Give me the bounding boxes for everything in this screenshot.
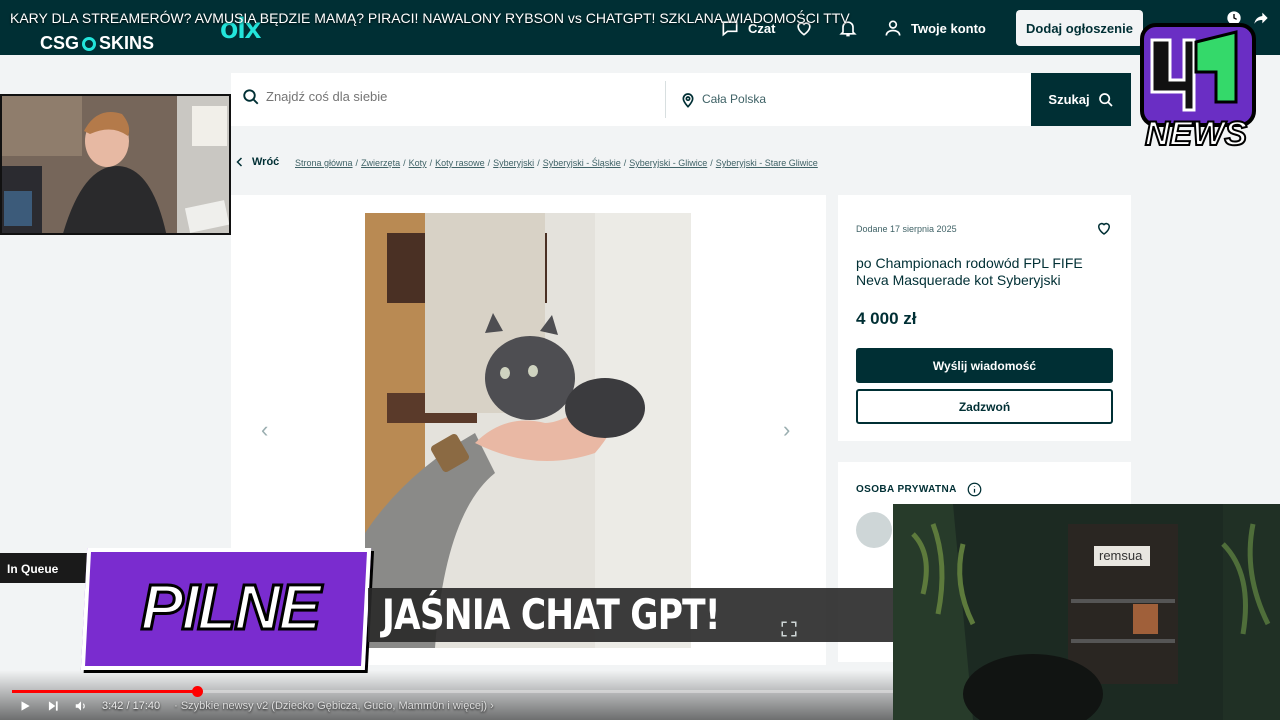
fullscreen-photo-icon[interactable] xyxy=(780,620,798,638)
search-icon xyxy=(1098,92,1113,107)
second-webcam xyxy=(893,504,1280,720)
breadcrumb: Strona główna / Zwierzęta / Koty / Koty rasowe… xyxy=(295,158,818,168)
back-link[interactable]: Wróć xyxy=(234,155,279,169)
account-label: Twoje konto xyxy=(911,20,986,36)
ad-price: 4 000 zł xyxy=(856,309,917,328)
call-button[interactable]: Zadzwoń xyxy=(856,389,1113,424)
added-date: Dodane 17 sierpnia 2025 xyxy=(856,224,957,234)
streamer-webcam xyxy=(0,94,231,235)
news-logo-text: NEWS xyxy=(1145,115,1247,153)
webcam-image xyxy=(2,96,229,233)
progress-fill xyxy=(12,690,197,693)
chevron-left-icon xyxy=(236,157,243,167)
breadcrumb-separator: / xyxy=(487,158,491,168)
breadcrumb-separator: / xyxy=(403,158,406,168)
search-icon xyxy=(243,89,259,105)
kitten-photo[interactable] xyxy=(365,213,691,648)
location-input[interactable]: Cała Polska xyxy=(702,92,766,106)
time-display: 3:42 / 17:40 xyxy=(102,700,161,712)
breadcrumb-separator: / xyxy=(355,158,359,168)
breadcrumb-item[interactable]: Syberyjski - Gliwice xyxy=(629,158,707,168)
breadcrumb-separator: / xyxy=(429,158,433,168)
user-icon xyxy=(885,20,901,36)
volume-icon[interactable] xyxy=(74,699,88,713)
headline-text: JAŚNIA CHAT GPT! xyxy=(382,590,721,639)
send-message-button[interactable]: Wyślij wiadomość xyxy=(856,348,1113,383)
ad-info-card: Dodane 17 sierpnia 2025 po Championach r… xyxy=(838,195,1131,441)
search-button-label: Szukaj xyxy=(1048,92,1090,107)
progress-knob[interactable] xyxy=(192,686,203,697)
location-pin-icon xyxy=(682,93,694,108)
avatar xyxy=(856,512,892,548)
seller-type-label: OSOBA PRYWATNA xyxy=(856,484,957,495)
webcam-sign: remsua xyxy=(1094,546,1150,566)
search-button[interactable]: Szukaj xyxy=(1031,73,1131,126)
prev-photo-icon[interactable]: ‹ xyxy=(261,417,268,443)
back-label: Wróć xyxy=(252,156,280,168)
breadcrumb-separator: / xyxy=(710,158,713,168)
next-photo-icon[interactable]: › xyxy=(783,417,790,443)
breadcrumb-item[interactable]: Syberyjski xyxy=(493,158,534,168)
news-channel-logo: NEWS xyxy=(1140,23,1256,154)
next-icon[interactable] xyxy=(46,699,60,713)
account-link[interactable]: Twoje konto xyxy=(883,18,986,38)
post-ad-button[interactable]: Dodaj ogłoszenie xyxy=(1016,10,1143,46)
chapter-title[interactable]: · Szybkie newsy v2 (Dziecko Gębicza, Guc… xyxy=(174,700,494,712)
play-icon[interactable] xyxy=(18,699,32,713)
sponsor-logo-right: SKINS xyxy=(99,33,155,53)
search-input[interactable] xyxy=(266,89,656,104)
seller-type: OSOBA PRYWATNA xyxy=(856,482,982,497)
video-title[interactable]: KARY DLA STREAMERÓW? AVMUSIA BĘDZIE MAMĄ… xyxy=(10,10,850,26)
info-icon[interactable] xyxy=(967,482,982,497)
webcam-image xyxy=(893,504,1280,720)
pilne-label: PILNE xyxy=(139,570,322,645)
breadcrumb-item[interactable]: Syberyjski - Stare Gliwice xyxy=(716,158,818,168)
search-bar: Cała Polska xyxy=(231,73,1131,126)
breadcrumb-item[interactable]: Koty xyxy=(409,158,427,168)
sponsor-logo-left: CSG xyxy=(40,33,80,53)
breadcrumb-separator: / xyxy=(537,158,540,168)
ad-title: po Championach rodowód FPL FIFE Neva Mas… xyxy=(856,255,1083,288)
player-controls: 3:42 / 17:40 · Szybkie newsy v2 (Dziecko… xyxy=(18,699,494,713)
breadcrumb-separator: / xyxy=(623,158,627,168)
breadcrumb-item[interactable]: Syberyjski - Śląskie xyxy=(543,158,621,168)
sponsor-logo: CSG SKINS xyxy=(40,33,154,54)
search-divider xyxy=(665,81,666,118)
kitten-photo-image xyxy=(365,213,691,648)
breadcrumb-item[interactable]: Koty rasowe xyxy=(435,158,485,168)
in-queue-badge: In Queue xyxy=(0,553,90,583)
crosshair-icon xyxy=(82,36,97,51)
heart-icon[interactable] xyxy=(1095,219,1113,237)
breadcrumb-item[interactable]: Zwierzęta xyxy=(361,158,400,168)
breadcrumb-item[interactable]: Strona główna xyxy=(295,158,353,168)
